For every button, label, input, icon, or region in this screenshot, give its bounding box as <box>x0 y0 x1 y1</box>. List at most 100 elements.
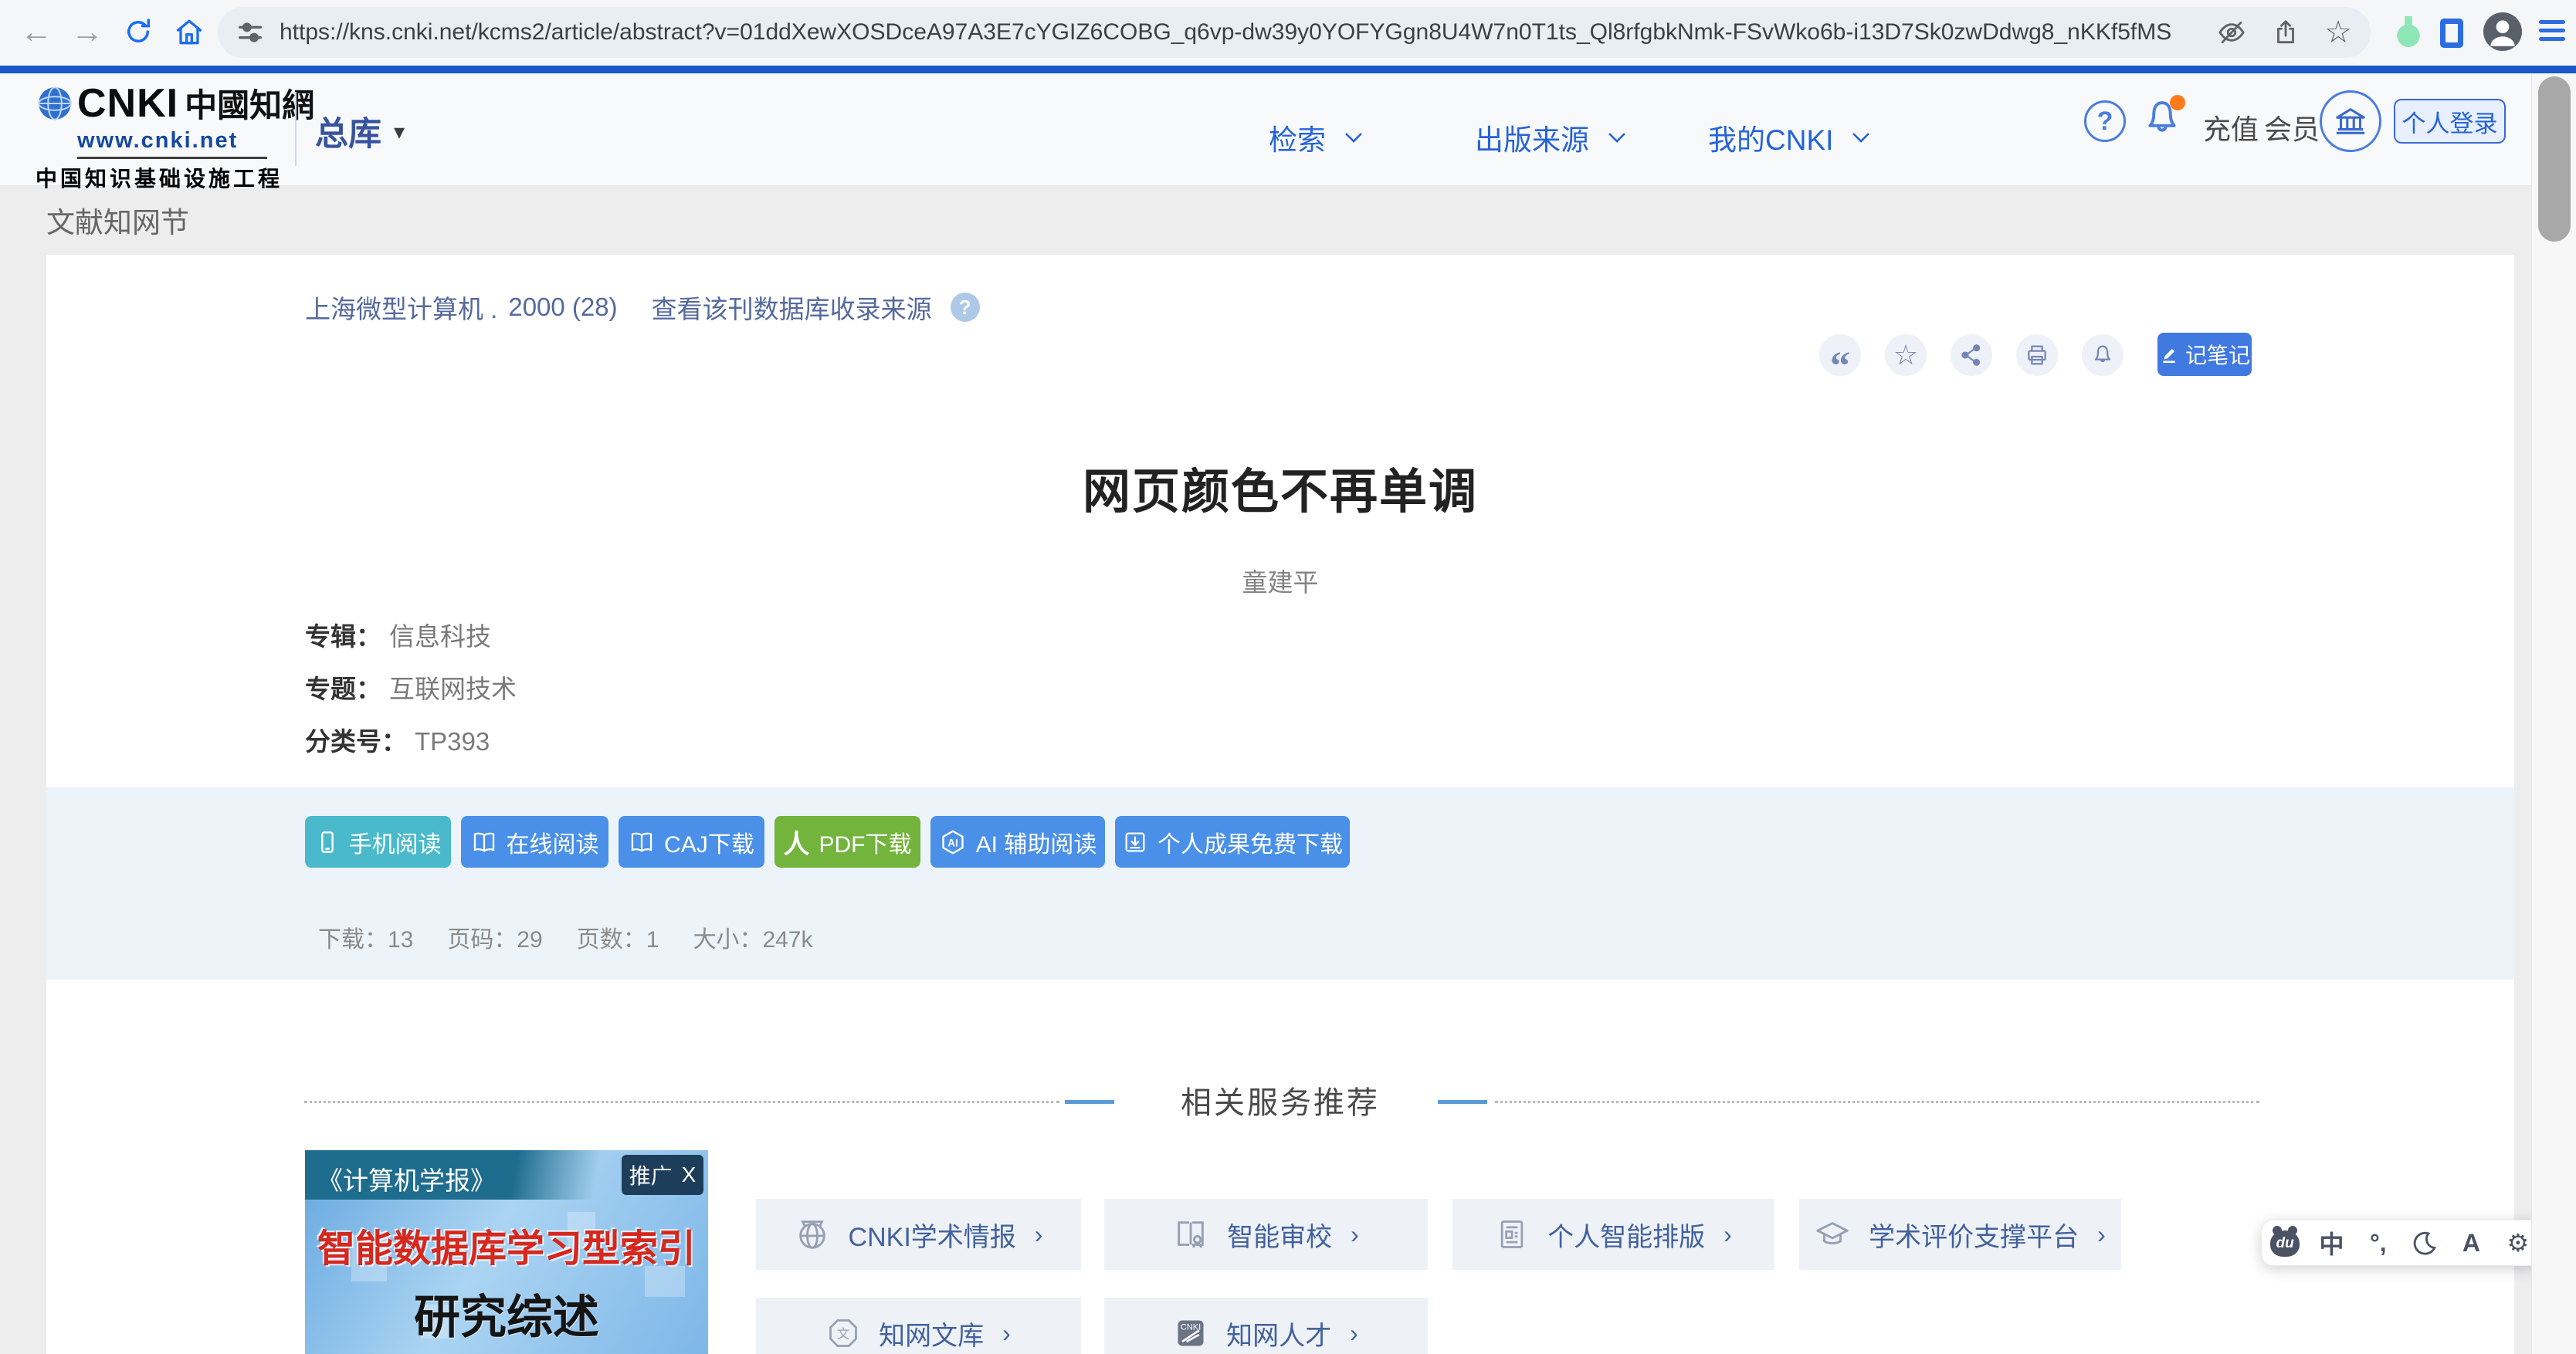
extension-flask-icon[interactable] <box>2391 12 2426 56</box>
back-icon[interactable]: ← <box>14 8 59 56</box>
share-icon[interactable] <box>2264 11 2307 54</box>
home-icon[interactable] <box>167 8 212 56</box>
book-open-icon <box>471 829 497 855</box>
service-card-academic-intelligence[interactable]: CNKI学术情报 › <box>756 1199 1081 1270</box>
journal-title-link[interactable]: 上海微型计算机 . <box>305 289 497 326</box>
article-stats: 下载：13 页码：29 页数：1 大小：247k <box>318 920 813 954</box>
reload-icon[interactable] <box>116 8 161 56</box>
breadcrumb: 文献知网节 <box>46 199 189 241</box>
chevron-down-icon <box>1852 132 1870 144</box>
alert-bell-icon[interactable] <box>2082 334 2124 376</box>
article-title: 网页颜色不再单调 <box>46 452 2514 522</box>
chevron-right-icon: › <box>1724 1220 1732 1249</box>
chinese-translate-icon[interactable]: 中 <box>2313 1224 2350 1261</box>
notification-bell-icon[interactable] <box>2140 96 2184 144</box>
download-icon <box>1122 829 1148 855</box>
eye-off-icon[interactable] <box>2210 11 2253 54</box>
chevron-right-icon: › <box>1351 1220 1359 1249</box>
nav-my-cnki[interactable]: 我的CNKI <box>1708 117 1870 158</box>
meta-classification: 分类号：TP393 <box>305 721 490 758</box>
browser-menu-icon[interactable] <box>2539 20 2565 41</box>
notification-dot <box>2170 95 2185 110</box>
bookmark-star-icon[interactable]: ☆ <box>2317 11 2360 54</box>
personal-login-button[interactable]: 个人登录 <box>2394 99 2506 144</box>
divider-accent-right <box>1438 1100 1487 1104</box>
phone-icon <box>315 830 340 855</box>
service-card-academic-evaluation[interactable]: 学术评价支撑平台 › <box>1799 1199 2121 1270</box>
svg-text:AI: AI <box>947 837 958 848</box>
promo-title-line1: 智能数据库学习型索引 <box>305 1218 708 1273</box>
service-card-cnki-wenku[interactable]: 文 知网文库 › <box>756 1298 1081 1354</box>
database-switcher[interactable]: 总库 ▾ <box>315 107 405 155</box>
floating-extension-toolbar: du 中 °, A ⚙ <box>2261 1220 2542 1266</box>
journal-issue: 2000 (28) <box>508 293 617 322</box>
ai-hexagon-icon: AI <box>939 828 967 856</box>
book-check-icon <box>1173 1217 1208 1252</box>
chevron-right-icon: › <box>1002 1319 1011 1348</box>
reader-mode-icon[interactable]: A <box>2452 1224 2490 1261</box>
profile-avatar[interactable] <box>2483 12 2522 51</box>
caj-download-button[interactable]: CAJ下载 <box>619 816 764 868</box>
scrollbar-thumb[interactable] <box>2538 76 2571 242</box>
recharge-link[interactable]: 充值 <box>2203 107 2259 147</box>
personal-free-download-button[interactable]: 个人成果免费下载 <box>1115 816 1350 868</box>
take-notes-button[interactable]: 记笔记 <box>2157 333 2252 376</box>
url-text[interactable]: https://kns.cnki.net/kcms2/article/abstr… <box>280 19 2171 46</box>
service-card-smart-typesetting[interactable]: 个人智能排版 › <box>1452 1199 1774 1270</box>
cite-quote-icon[interactable]: “ <box>1819 334 1861 376</box>
cnki-badge-icon: CNKI <box>1174 1316 1208 1350</box>
stat-downloads: 下载：13 <box>318 920 413 954</box>
pdf-download-button[interactable]: 人 PDF下载 <box>774 816 920 868</box>
baidu-translate-icon[interactable]: du <box>2266 1224 2303 1261</box>
chevron-down-icon <box>1344 132 1363 144</box>
chevron-down-icon: ▾ <box>394 119 405 144</box>
help-badge-icon[interactable]: ? <box>951 293 980 322</box>
database-source-link[interactable]: 查看该刊数据库收录来源 <box>652 289 932 326</box>
article-card: 上海微型计算机 . 2000 (28) 查看该刊数据库收录来源 ? “ ☆ 记笔… <box>46 255 2514 1354</box>
favorite-star-icon[interactable]: ☆ <box>1885 334 1927 376</box>
cnki-logo: CNKI 中國知網 www.cnki.net 中国知识基础设施工程 <box>36 80 314 193</box>
stat-page-count: 页数：1 <box>577 920 659 954</box>
dark-mode-moon-icon[interactable] <box>2406 1224 2443 1261</box>
journal-line: 上海微型计算机 . 2000 (28) 查看该刊数据库收录来源 ? <box>305 289 980 326</box>
promo-title-line2: 研究综述 <box>305 1280 708 1347</box>
nav-publication-source[interactable]: 出版来源 <box>1475 117 1626 158</box>
punctuation-icon[interactable]: °, <box>2360 1224 2397 1261</box>
stat-page-number: 页码：29 <box>447 920 542 954</box>
ai-assisted-read-button[interactable]: AI AI 辅助阅读 <box>930 816 1105 868</box>
article-author[interactable]: 童建平 <box>46 562 2514 599</box>
stat-size: 大小：247k <box>693 920 812 954</box>
seal-icon: 文 <box>826 1316 860 1350</box>
globe-logo-icon <box>36 84 74 123</box>
nav-search[interactable]: 检索 <box>1269 117 1363 158</box>
meta-topic: 专题：互联网技术 <box>305 669 517 706</box>
chevron-right-icon: › <box>1350 1319 1358 1348</box>
help-icon[interactable]: ? <box>2084 100 2126 142</box>
site-settings-icon[interactable] <box>235 17 266 48</box>
forward-icon[interactable]: → <box>65 8 110 56</box>
share-alt-icon[interactable] <box>1951 334 1992 376</box>
institution-icon[interactable] <box>2320 90 2381 152</box>
book-open-icon <box>629 829 655 855</box>
svg-text:文: 文 <box>837 1326 850 1341</box>
url-bar[interactable]: https://kns.cnki.net/kcms2/article/abstr… <box>218 7 2371 58</box>
service-card-smart-proofreading[interactable]: 智能审校 › <box>1104 1199 1428 1270</box>
scrollbar-track[interactable] <box>2531 73 2576 1354</box>
promo-banner[interactable]: 《计算机学报》 推广 X 智能数据库学习型索引 研究综述 <box>305 1150 708 1354</box>
member-link[interactable]: 会员 <box>2264 107 2320 147</box>
service-card-cnki-talent[interactable]: CNKI 知网人才 › <box>1104 1298 1428 1354</box>
divider-dotted-right <box>1495 1101 2259 1103</box>
promo-close-icon[interactable]: X <box>682 1163 697 1187</box>
chevron-right-icon: › <box>1035 1220 1043 1249</box>
print-icon[interactable] <box>2016 334 2058 376</box>
online-read-button[interactable]: 在线阅读 <box>461 816 608 868</box>
extension-square-icon[interactable] <box>2440 19 2463 48</box>
layout-doc-icon <box>1495 1217 1529 1251</box>
related-services-heading: 相关服务推荐 <box>46 1078 2514 1122</box>
mobile-read-button[interactable]: 手机阅读 <box>305 816 451 868</box>
action-button-row: 手机阅读 在线阅读 CAJ下载 人 PDF下载 AI AI 辅助阅读 个人成果免… <box>305 816 1350 868</box>
page: ← → https://kns.cnki.net/kcms2/article/a… <box>0 0 2576 1354</box>
globe-icon <box>795 1217 830 1252</box>
graduation-cap-icon <box>1815 1217 1850 1252</box>
top-accent-strip <box>0 66 2576 73</box>
